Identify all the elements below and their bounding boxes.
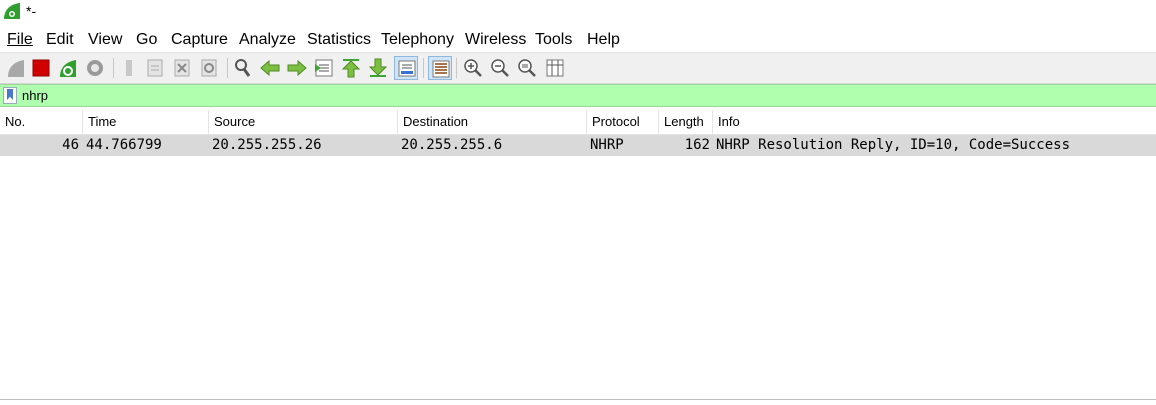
menu-help[interactable]: Help (587, 31, 620, 49)
find-packet-icon[interactable] (231, 56, 255, 80)
column-header-length[interactable]: Length (659, 110, 713, 134)
column-header-time[interactable]: Time (83, 110, 209, 134)
zoom-in-icon[interactable] (461, 56, 485, 80)
menu-file[interactable]: File (7, 31, 33, 49)
packet-info: NHRP Resolution Reply, ID=10, Code=Succe… (716, 137, 1071, 153)
packet-list-header: No. Time Source Destination Protocol Len… (0, 110, 1156, 135)
go-last-packet-icon[interactable] (366, 56, 390, 80)
menu-edit[interactable]: Edit (46, 31, 74, 49)
window-title: *- (26, 3, 37, 19)
go-to-packet-icon[interactable] (312, 56, 336, 80)
pane-divider[interactable] (0, 399, 1156, 400)
packet-time: 44.766799 (86, 137, 162, 153)
restart-capture-icon[interactable] (56, 56, 80, 80)
filter-bookmark-icon[interactable] (3, 87, 17, 104)
packet-list: 46 44.766799 20.255.255.26 20.255.255.6 … (0, 135, 1156, 400)
column-header-destination[interactable]: Destination (398, 110, 587, 134)
normal-size-icon[interactable] (515, 56, 539, 80)
main-toolbar (0, 52, 1156, 84)
packet-row[interactable]: 46 44.766799 20.255.255.26 20.255.255.6 … (0, 135, 1156, 156)
display-filter-input[interactable] (22, 86, 1142, 104)
column-header-source[interactable]: Source (209, 110, 398, 134)
go-forward-icon[interactable] (285, 56, 309, 80)
packet-destination: 20.255.255.6 (401, 137, 503, 153)
menu-wireless[interactable]: Wireless (465, 31, 526, 49)
menu-go[interactable]: Go (136, 31, 157, 49)
packet-length: 162 (684, 137, 710, 153)
packet-source: 20.255.255.26 (212, 137, 322, 153)
menu-statistics[interactable]: Statistics (307, 31, 371, 49)
go-back-icon[interactable] (258, 56, 282, 80)
menu-capture[interactable]: Capture (171, 31, 228, 49)
menu-bar: File Edit View Go Capture Analyze Statis… (0, 28, 1156, 52)
zoom-out-icon[interactable] (488, 56, 512, 80)
resize-columns-icon[interactable] (543, 56, 567, 80)
menu-telephony[interactable]: Telephony (381, 31, 454, 49)
go-first-packet-icon[interactable] (339, 56, 363, 80)
packet-protocol: NHRP (590, 137, 624, 153)
display-filter-bar (0, 84, 1156, 107)
title-bar: *- (0, 0, 1156, 26)
column-header-no[interactable]: No. (0, 110, 83, 134)
open-file-icon[interactable] (117, 56, 141, 80)
packet-no: 46 (62, 137, 79, 153)
column-header-protocol[interactable]: Protocol (587, 110, 659, 134)
start-capture-icon[interactable] (4, 56, 28, 80)
capture-options-icon[interactable] (83, 56, 107, 80)
reload-file-icon[interactable] (197, 56, 221, 80)
wireshark-logo-icon (4, 3, 20, 19)
colorize-icon[interactable] (428, 56, 452, 80)
menu-tools[interactable]: Tools (535, 31, 572, 49)
column-header-info[interactable]: Info (713, 110, 1156, 134)
stop-capture-icon[interactable] (29, 56, 53, 80)
menu-analyze[interactable]: Analyze (239, 31, 296, 49)
close-file-icon[interactable] (170, 56, 194, 80)
save-file-icon[interactable] (143, 56, 167, 80)
menu-view[interactable]: View (88, 31, 122, 49)
auto-scroll-icon[interactable] (394, 56, 418, 80)
